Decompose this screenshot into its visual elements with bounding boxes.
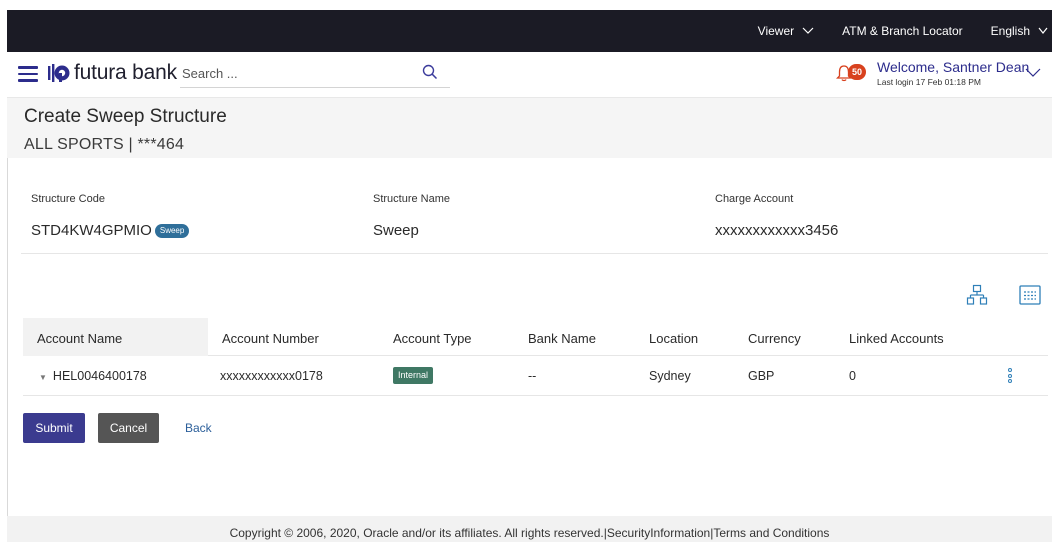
cell-account-type: Internal [393,367,434,384]
language-label: English [990,24,1030,38]
sweep-badge: Sweep [154,223,190,238]
bank-logo[interactable]: futura bank [47,61,177,85]
submit-button[interactable]: Submit [23,413,85,443]
futura-logo-icon [48,64,70,82]
section-divider [21,253,1048,254]
viewer-dropdown[interactable]: Viewer [758,24,814,38]
expand-caret-icon[interactable]: ▼ [39,373,47,382]
last-login-text: Last login 17 Feb 01:18 PM [877,77,981,87]
cancel-button[interactable]: Cancel [98,413,159,443]
col-account-name[interactable]: Account Name [37,331,122,346]
structure-code-field: Structure Code STD4KW4GPMIO Sweep [31,193,190,239]
account-name-text: HEL0046400178 [52,369,147,383]
structure-name-value: Sweep [373,222,419,239]
cell-currency: GBP [748,369,775,383]
logo-text: futura bank [74,61,177,84]
account-type-badge: Internal [393,367,434,384]
viewer-label: Viewer [757,24,795,38]
cell-account-number: xxxxxxxxxxxx0178 [220,369,323,383]
col-currency[interactable]: Currency [748,331,801,346]
cell-linked-accounts: 0 [849,369,856,383]
col-bank-name[interactable]: Bank Name [528,331,596,346]
charge-account-label: Charge Account [715,193,794,205]
atm-branch-locator-link[interactable]: ATM & Branch Locator [842,24,963,38]
app-header: futura bank 50 Welcome, Santner Dean Las… [7,52,1052,98]
cell-bank-name: -- [528,369,537,383]
back-link[interactable]: Back [185,421,212,435]
page-subtitle: ALL SPORTS | ***464 [24,136,185,153]
top-bar: Viewer ATM & Branch Locator English [7,10,1052,52]
charge-account-value: xxxxxxxxxxxx3456 [715,222,839,239]
col-account-type[interactable]: Account Type [393,331,472,346]
footer: Copyright © 2006, 2020, Oracle and/or it… [7,516,1052,542]
table-row[interactable]: ▼ HEL0046400178 xxxxxxxxxxxx0178 Internal… [23,356,1048,396]
search-icon[interactable] [422,64,438,80]
structure-code-label: Structure Code [31,193,105,205]
user-menu[interactable]: Welcome, Santner Dean Last login 17 Feb … [877,59,1029,87]
col-account-number[interactable]: Account Number [222,331,319,346]
search-input[interactable] [180,60,420,86]
welcome-text: Welcome, Santner Dean [877,59,1030,75]
search-box [180,60,450,88]
structure-code-value-row: STD4KW4GPMIO Sweep [31,222,190,239]
structure-name-field: Structure Name Sweep [373,193,450,239]
footer-text: Copyright © 2006, 2020, Oracle and/or it… [229,526,830,540]
chevron-down-icon [802,27,814,34]
grid-view-icon[interactable] [1019,285,1041,305]
table-header: Account Name Account Number Account Type… [23,318,1048,356]
col-linked-accounts[interactable]: Linked Accounts [849,331,944,346]
structure-name-label: Structure Name [373,193,451,205]
col-location[interactable]: Location [649,331,698,346]
page-root: Viewer ATM & Branch Locator English futu… [0,0,1052,542]
hamburger-menu-icon[interactable] [18,66,38,82]
chevron-down-icon [1038,27,1048,34]
tree-view-icon[interactable] [966,284,988,306]
page-title-bar: Create Sweep Structure ALL SPORTS | ***4… [7,98,1052,158]
accounts-table: Account Name Account Number Account Type… [23,318,1048,396]
page-title: Create Sweep Structure [24,106,227,127]
locator-label: ATM & Branch Locator [842,24,963,38]
row-actions-kebab-icon[interactable] [1008,368,1014,384]
cell-location: Sydney [649,369,691,383]
language-dropdown[interactable]: English [991,24,1048,38]
chevron-down-icon[interactable] [1025,68,1041,78]
notification-badge[interactable]: 50 [848,64,866,80]
charge-account-field: Charge Account xxxxxxxxxxxx3456 [715,193,838,239]
structure-code-value: STD4KW4GPMIO [31,222,152,239]
cell-account-name[interactable]: ▼ HEL0046400178 [39,369,147,383]
